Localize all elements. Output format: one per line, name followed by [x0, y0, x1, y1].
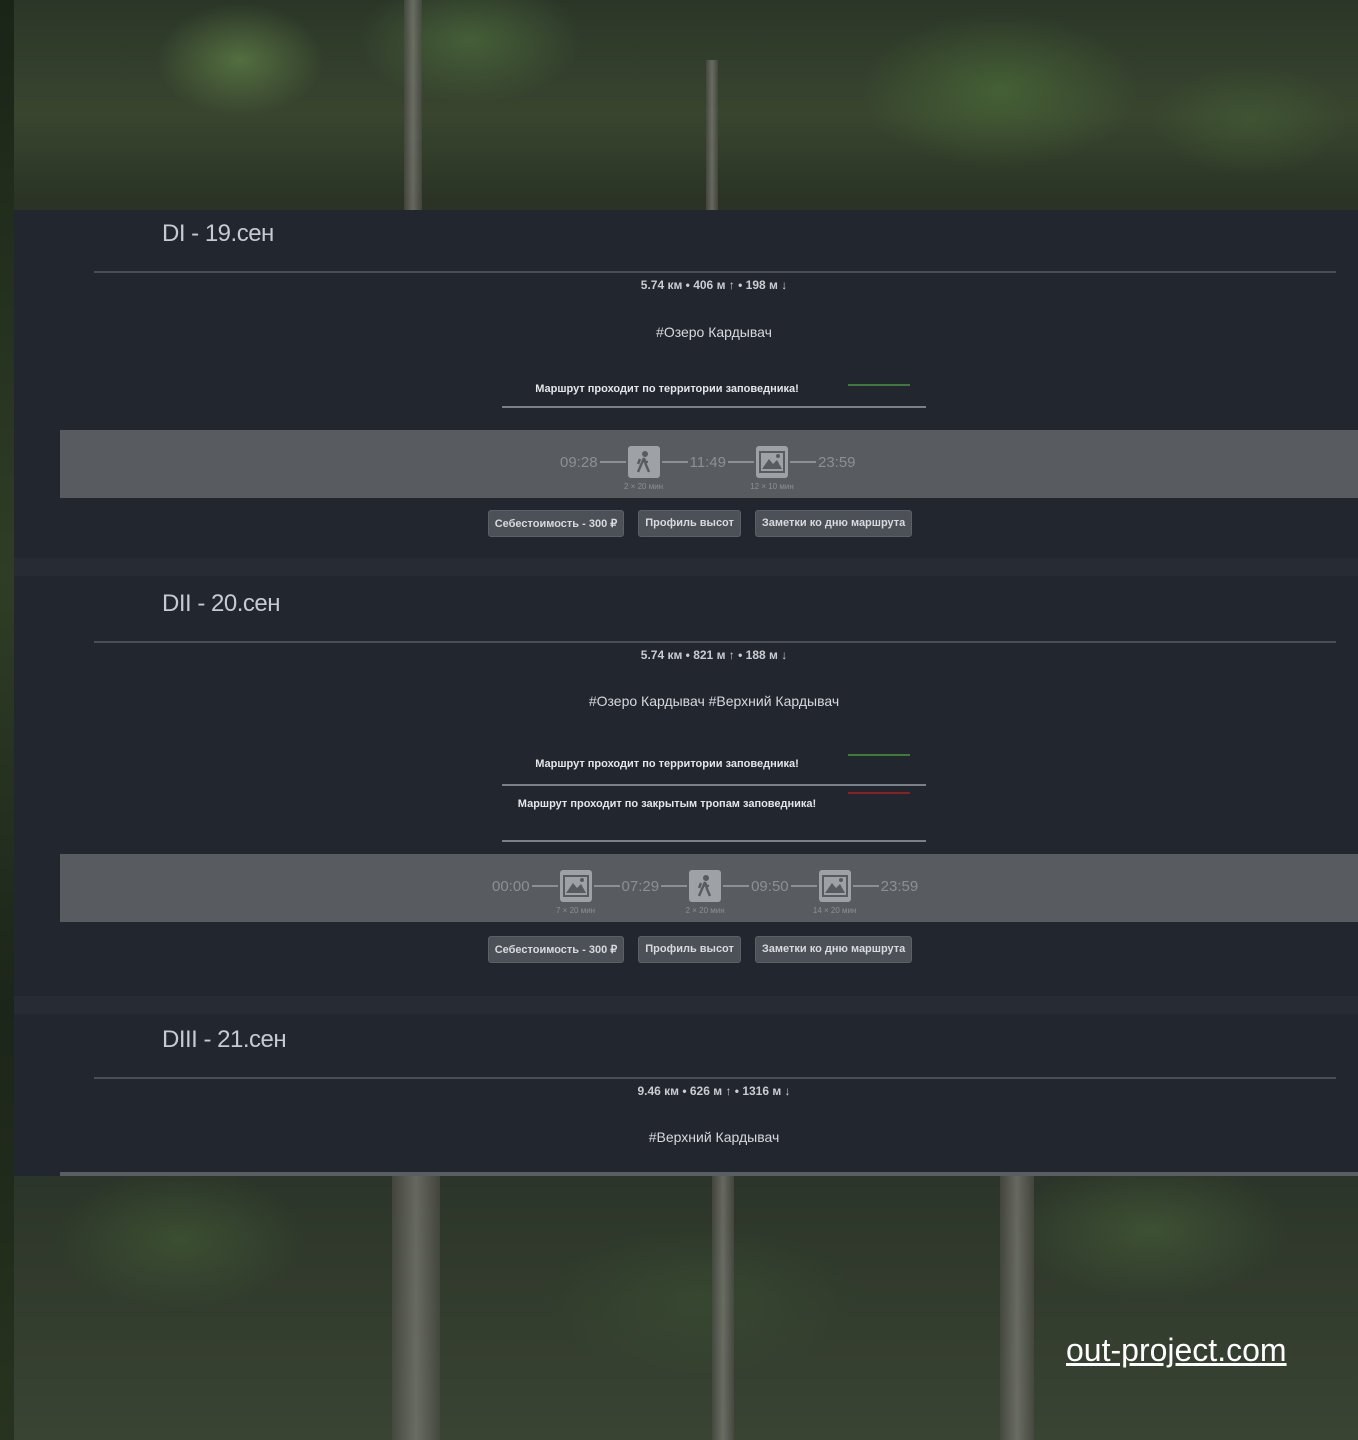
day-separator	[14, 996, 1358, 1014]
landscape-icon	[559, 870, 592, 902]
landscape-icon	[755, 446, 788, 478]
day-card: DII - 20.сен 5.74 км • 821 м ↑ • 188 м ↓…	[14, 576, 1358, 996]
timeline-connector	[723, 885, 750, 887]
website-link[interactable]: out-project.com	[1066, 1332, 1287, 1369]
timeline-node[interactable]: 12 × 10 мин	[750, 446, 794, 491]
cost-button[interactable]: Себестоимость - 300 ₽	[487, 510, 625, 537]
timeline-connector	[593, 885, 620, 887]
warning-text: Маршрут проходит по закрытым тропам запо…	[517, 798, 817, 810]
day-stats: 5.74 км • 406 м ↑ • 198 м ↓	[640, 278, 788, 292]
timeline-time: 23:59	[817, 453, 856, 471]
day-title: DI - 19.сен	[162, 220, 274, 247]
day-card: DIII - 21.сен 9.46 км • 626 м ↑ • 1316 м…	[14, 1014, 1358, 1176]
elevation-profile-button[interactable]: Профиль высот	[638, 510, 741, 537]
timeline-node[interactable]: 7 × 20 мин	[556, 870, 595, 915]
warning-closed-trails: Маршрут проходит по закрытым тропам запо…	[502, 786, 926, 842]
day-tags[interactable]: #Озеро Кардывач #Верхний Кардывач	[14, 693, 1358, 709]
warning-reserve: Маршрут проходит по территории заповедни…	[502, 378, 926, 408]
tree-trunk	[404, 0, 422, 210]
timeline-node[interactable]: 2 × 20 мин	[624, 446, 663, 491]
elevation-profile-button[interactable]: Профиль высот	[638, 936, 741, 963]
hiker-icon	[689, 870, 722, 902]
timeline-time: 23:59	[880, 877, 919, 895]
route-days-panel: DI - 19.сен 5.74 км • 406 м ↑ • 198 м ↓ …	[14, 210, 1358, 1176]
divider	[94, 271, 1336, 273]
divider	[94, 641, 1336, 643]
timeline-subtext: 2 × 20 мин	[685, 906, 725, 915]
timeline-row: 09:28 2 × 20 мин 11:49 12 × 10 мин 23:59	[560, 444, 856, 491]
day-buttons: Себестоимость - 300 ₽ Профиль высот Заме…	[14, 936, 1358, 963]
timeline-connector	[852, 885, 879, 887]
day-tags[interactable]: #Озеро Кардывач	[14, 324, 1358, 340]
day-card: DI - 19.сен 5.74 км • 406 м ↑ • 198 м ↓ …	[14, 210, 1358, 558]
timeline-subtext: 12 × 10 мин	[750, 482, 794, 491]
warning-text: Маршрут проходит по территории заповедни…	[535, 383, 799, 395]
day-title: DII - 20.сен	[162, 590, 280, 617]
hiker-icon	[627, 446, 660, 478]
timeline-connector	[531, 885, 558, 887]
day-stats: 5.74 км • 821 м ↑ • 188 м ↓	[640, 648, 788, 662]
timeline-connector	[661, 885, 688, 887]
timeline-time: 07:29	[621, 877, 660, 895]
tree-trunk	[706, 60, 718, 210]
day-title: DIII - 21.сен	[162, 1026, 287, 1053]
timeline-connector	[599, 461, 626, 463]
day-notes-button[interactable]: Заметки ко дню маршрута	[754, 936, 913, 963]
day-notes-button[interactable]: Заметки ко дню маршрута	[754, 510, 913, 537]
timeline-subtext: 7 × 20 мин	[556, 906, 596, 915]
warning-reserve: Маршрут проходит по территории заповедни…	[502, 748, 926, 786]
day-timeline: 09:28 2 × 20 мин 11:49 12 × 10 мин 23:59	[60, 430, 1358, 498]
landscape-icon	[818, 870, 851, 902]
warning-color-line	[848, 754, 910, 756]
tree-trunk	[1000, 1176, 1034, 1440]
timeline-subtext: 2 × 20 мин	[624, 482, 664, 491]
timeline-connector	[790, 885, 817, 887]
timeline-connector	[661, 461, 688, 463]
timeline-connector	[727, 461, 754, 463]
day-separator	[14, 558, 1358, 576]
day-buttons: Себестоимость - 300 ₽ Профиль высот Заме…	[14, 510, 1358, 537]
timeline-connector	[789, 461, 816, 463]
timeline-time: 09:28	[560, 453, 598, 471]
day-timeline: 00:00 7 × 20 мин 07:29 2 × 20 мин 09:50 …	[60, 854, 1358, 922]
timeline-node[interactable]: 14 × 20 мин	[813, 870, 856, 915]
warning-text: Маршрут проходит по территории заповедни…	[535, 758, 799, 770]
timeline-time: 09:50	[751, 877, 789, 895]
timeline-row: 00:00 7 × 20 мин 07:29 2 × 20 мин 09:50 …	[492, 868, 919, 915]
left-edge-foliage	[0, 0, 14, 1440]
warning-color-line	[848, 792, 910, 794]
timeline-time: 11:49	[689, 453, 726, 471]
tree-trunk	[392, 1176, 440, 1440]
day-tags[interactable]: #Верхний Кардывач	[14, 1129, 1358, 1145]
timeline-node[interactable]: 2 × 20 мин	[686, 870, 725, 915]
warning-color-line	[848, 384, 910, 386]
divider	[94, 1077, 1336, 1079]
day-stats: 9.46 км • 626 м ↑ • 1316 м ↓	[637, 1084, 791, 1098]
timeline-subtext: 14 × 20 мин	[812, 906, 857, 915]
cost-button[interactable]: Себестоимость - 300 ₽	[487, 936, 625, 963]
timeline-time: 00:00	[492, 877, 530, 895]
tree-trunk	[712, 1176, 734, 1440]
timeline-edge	[60, 1172, 1358, 1176]
